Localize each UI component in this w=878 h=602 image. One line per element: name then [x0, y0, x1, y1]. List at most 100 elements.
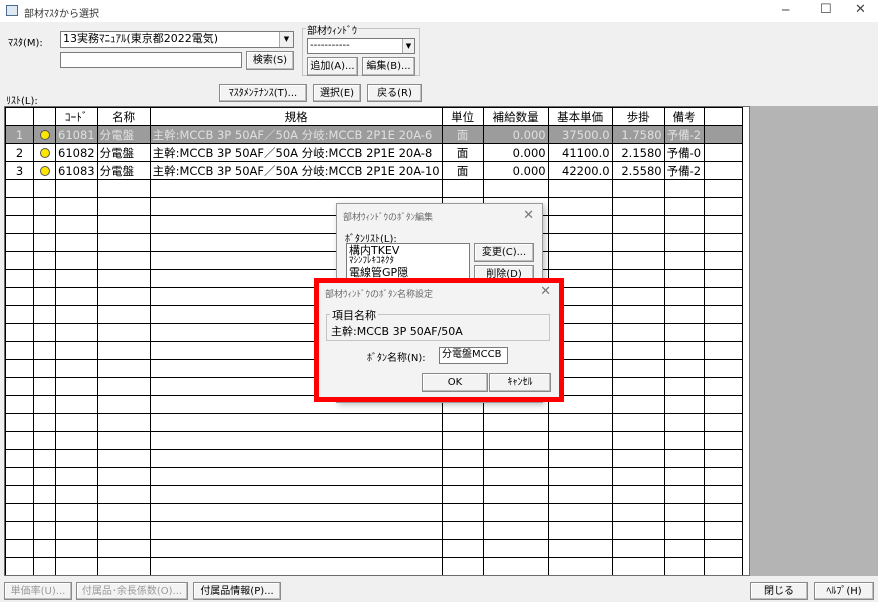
empty-cell — [5, 323, 34, 342]
list-item[interactable]: 電線管GP隠 — [349, 267, 467, 278]
empty-cell — [703, 449, 743, 468]
empty-cell — [703, 485, 743, 504]
col-header-price[interactable]: 基本単価 — [547, 107, 613, 126]
empty-cell — [149, 449, 443, 468]
select-button[interactable]: 選択(E) — [313, 84, 361, 102]
master-select[interactable]: 13実務ﾏﾆｭｱﾙ(東京都2022電気) ▼ — [60, 31, 294, 48]
empty-table-row[interactable] — [5, 467, 743, 486]
button-edit-dialog-title: 部材ｳｨﾝﾄﾞｳのﾎﾞﾀﾝ編集 — [343, 213, 434, 223]
empty-table-row[interactable] — [5, 449, 743, 468]
search-input[interactable] — [60, 52, 242, 68]
buhin-window-label: 部材ｳｨﾝﾄﾞｳ — [306, 22, 358, 37]
buhin-window-selected: ----------- — [310, 40, 350, 51]
empty-cell — [96, 395, 151, 414]
search-button[interactable]: 検索(S) — [246, 51, 294, 70]
col-header-qty[interactable]: 補給数量 — [482, 107, 549, 126]
empty-cell — [703, 233, 743, 252]
empty-cell — [96, 557, 151, 575]
maximize-icon[interactable]: ☐ — [820, 2, 832, 17]
empty-cell — [482, 449, 549, 468]
add-button[interactable]: 追加(A)... — [307, 57, 358, 76]
chevron-down-icon[interactable]: ▼ — [402, 39, 414, 53]
empty-table-row[interactable] — [5, 521, 743, 540]
empty-cell — [703, 413, 743, 432]
empty-cell — [547, 233, 613, 252]
edit-button[interactable]: 編集(B)... — [362, 57, 415, 76]
master-label: ﾏｽﾀ(M): — [8, 38, 43, 49]
empty-cell — [5, 413, 34, 432]
empty-table-row[interactable] — [5, 431, 743, 450]
col-header-code[interactable]: ｺｰﾄﾞ — [55, 107, 98, 126]
empty-cell — [611, 539, 665, 558]
col-header-name[interactable]: 名称 — [96, 107, 151, 126]
empty-cell — [703, 539, 743, 558]
empty-cell — [149, 521, 443, 540]
empty-cell — [55, 413, 98, 432]
accessory-coeff-button[interactable]: 付属品･余長係数(O)... — [76, 582, 188, 600]
empty-cell — [96, 359, 151, 378]
master-maintenance-button[interactable]: ﾏｽﾀﾒﾝﾃﾅﾝｽ(T)... — [219, 84, 307, 102]
empty-cell — [5, 287, 34, 306]
empty-cell — [703, 215, 743, 234]
empty-cell — [441, 467, 484, 486]
table-row[interactable]: 2 61082 分電盤 主幹:MCCB 3P 50AF／50A 分岐:MCCB … — [5, 143, 743, 162]
back-button[interactable]: 戻る(R) — [367, 84, 422, 102]
empty-cell — [55, 305, 98, 324]
empty-cell — [663, 503, 705, 522]
empty-cell — [703, 503, 743, 522]
empty-cell — [5, 521, 34, 540]
empty-table-row[interactable] — [5, 503, 743, 522]
empty-cell — [547, 449, 613, 468]
change-button[interactable]: 変更(C)... — [474, 243, 534, 262]
empty-table-row[interactable] — [5, 179, 743, 198]
empty-cell — [703, 179, 743, 198]
close-icon[interactable]: ✕ — [523, 208, 534, 223]
empty-table-row[interactable] — [5, 539, 743, 558]
empty-cell — [96, 179, 151, 198]
minimize-icon[interactable]: ─ — [782, 3, 789, 17]
empty-cell — [663, 323, 705, 342]
empty-table-row[interactable] — [5, 485, 743, 504]
empty-cell — [441, 485, 484, 504]
close-icon[interactable]: ✕ — [855, 2, 866, 17]
help-button[interactable]: ﾍﾙﾌﾟ(H) — [814, 582, 874, 600]
empty-cell — [703, 269, 743, 288]
col-header-unit[interactable]: 単位 — [441, 107, 484, 126]
empty-cell — [663, 269, 705, 288]
empty-table-row[interactable] — [5, 557, 743, 575]
unit-rate-button[interactable]: 単価率(U)... — [4, 582, 72, 600]
status-cell — [33, 125, 56, 144]
empty-cell — [611, 557, 665, 575]
table-row[interactable]: 3 61083 分電盤 主幹:MCCB 3P 50AF／50A 分岐:MCCB … — [5, 161, 743, 180]
empty-cell — [611, 395, 665, 414]
col-header-note[interactable]: 備考 — [663, 107, 705, 126]
empty-cell — [5, 449, 34, 468]
empty-cell — [663, 359, 705, 378]
empty-cell — [33, 269, 56, 288]
table-row[interactable]: 1 61081 分電盤 主幹:MCCB 3P 50AF／50A 分岐:MCCB … — [5, 125, 743, 144]
col-header-rate[interactable]: 歩掛 — [611, 107, 665, 126]
qty-cell: 0.000 — [482, 161, 549, 180]
empty-cell — [663, 197, 705, 216]
empty-cell — [96, 341, 151, 360]
empty-table-row[interactable] — [5, 413, 743, 432]
note-cell: 予備-2 — [663, 161, 705, 180]
button-list[interactable]: 構内TKEV ﾏｼﾝﾌﾚｷｺﾈｸﾀ 電線管GP隠 — [346, 243, 470, 281]
accessory-info-button[interactable]: 付属品情報(P)... — [193, 582, 281, 600]
empty-cell — [5, 305, 34, 324]
unit-cell: 面 — [441, 125, 484, 144]
chevron-down-icon[interactable]: ▼ — [279, 32, 293, 47]
empty-cell — [33, 467, 56, 486]
empty-cell — [96, 233, 151, 252]
empty-cell — [482, 539, 549, 558]
list-item[interactable]: 構内TKEV — [349, 245, 467, 256]
empty-cell — [33, 215, 56, 234]
status-dot-icon — [39, 166, 50, 176]
empty-cell — [611, 413, 665, 432]
empty-cell — [55, 521, 98, 540]
buhin-window-select[interactable]: ----------- ▼ — [307, 38, 415, 54]
empty-cell — [482, 503, 549, 522]
col-header-spec[interactable]: 規格 — [149, 107, 443, 126]
name-cell: 分電盤 — [96, 125, 151, 144]
close-button[interactable]: 閉じる — [750, 582, 808, 600]
